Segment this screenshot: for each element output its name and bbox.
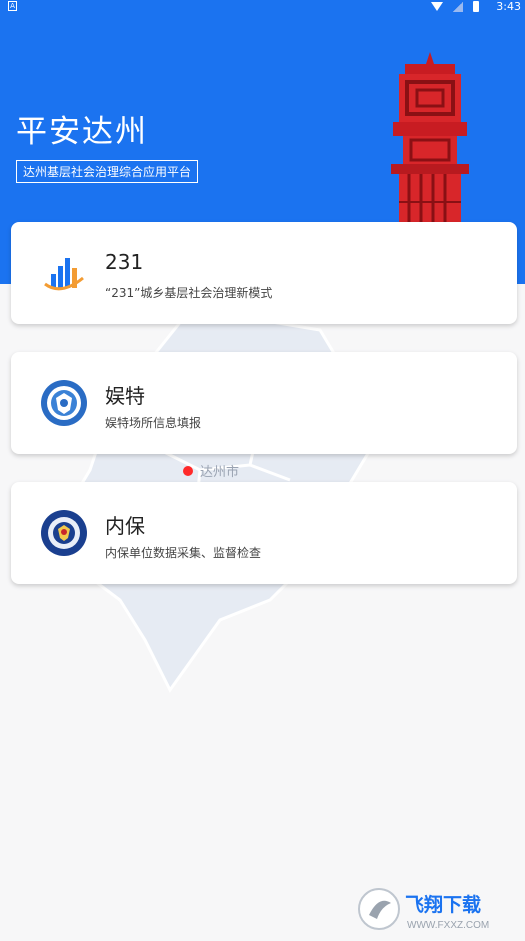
module-card-internal-security[interactable]: 内保 内保单位数据采集、监督检查 <box>11 482 517 584</box>
watermark-logo: 飞翔下载 WWW.FXXZ.COM <box>358 888 489 931</box>
city-marker[interactable]: 达州市 <box>183 461 239 480</box>
card-description: 内保单位数据采集、监督检查 <box>105 546 262 560</box>
police-emblem-icon <box>41 510 87 556</box>
watermark-url: WWW.FXXZ.COM <box>407 920 489 931</box>
card-title: 231 <box>105 250 144 274</box>
app-subtitle: 达州基层社会治理综合应用平台 <box>16 160 199 183</box>
card-title: 内保 <box>105 514 145 538</box>
police-emblem-icon <box>41 380 87 426</box>
card-description: 娱特场所信息填报 <box>105 416 202 430</box>
card-title: 娱特 <box>105 384 145 408</box>
card-description: “231”城乡基层社会治理新模式 <box>105 286 273 300</box>
module-card-entertainment[interactable]: 娱特 娱特场所信息填报 <box>11 352 517 454</box>
clock: 3:43 <box>496 0 521 13</box>
app-title: 平安达州 <box>16 114 148 150</box>
location-pin-icon <box>183 465 193 476</box>
bar-chart-logo-icon <box>44 258 84 291</box>
module-card-231[interactable]: 231 “231”城乡基层社会治理新模式 <box>11 222 517 324</box>
city-label: 达州市 <box>200 465 240 480</box>
wifi-icon <box>431 2 443 11</box>
signal-icon <box>453 1 463 12</box>
notification-icon: A <box>8 1 17 11</box>
battery-icon <box>473 1 479 12</box>
watermark-text: 飞翔下载 <box>405 893 481 916</box>
status-bar: A 3:43 <box>0 0 525 14</box>
